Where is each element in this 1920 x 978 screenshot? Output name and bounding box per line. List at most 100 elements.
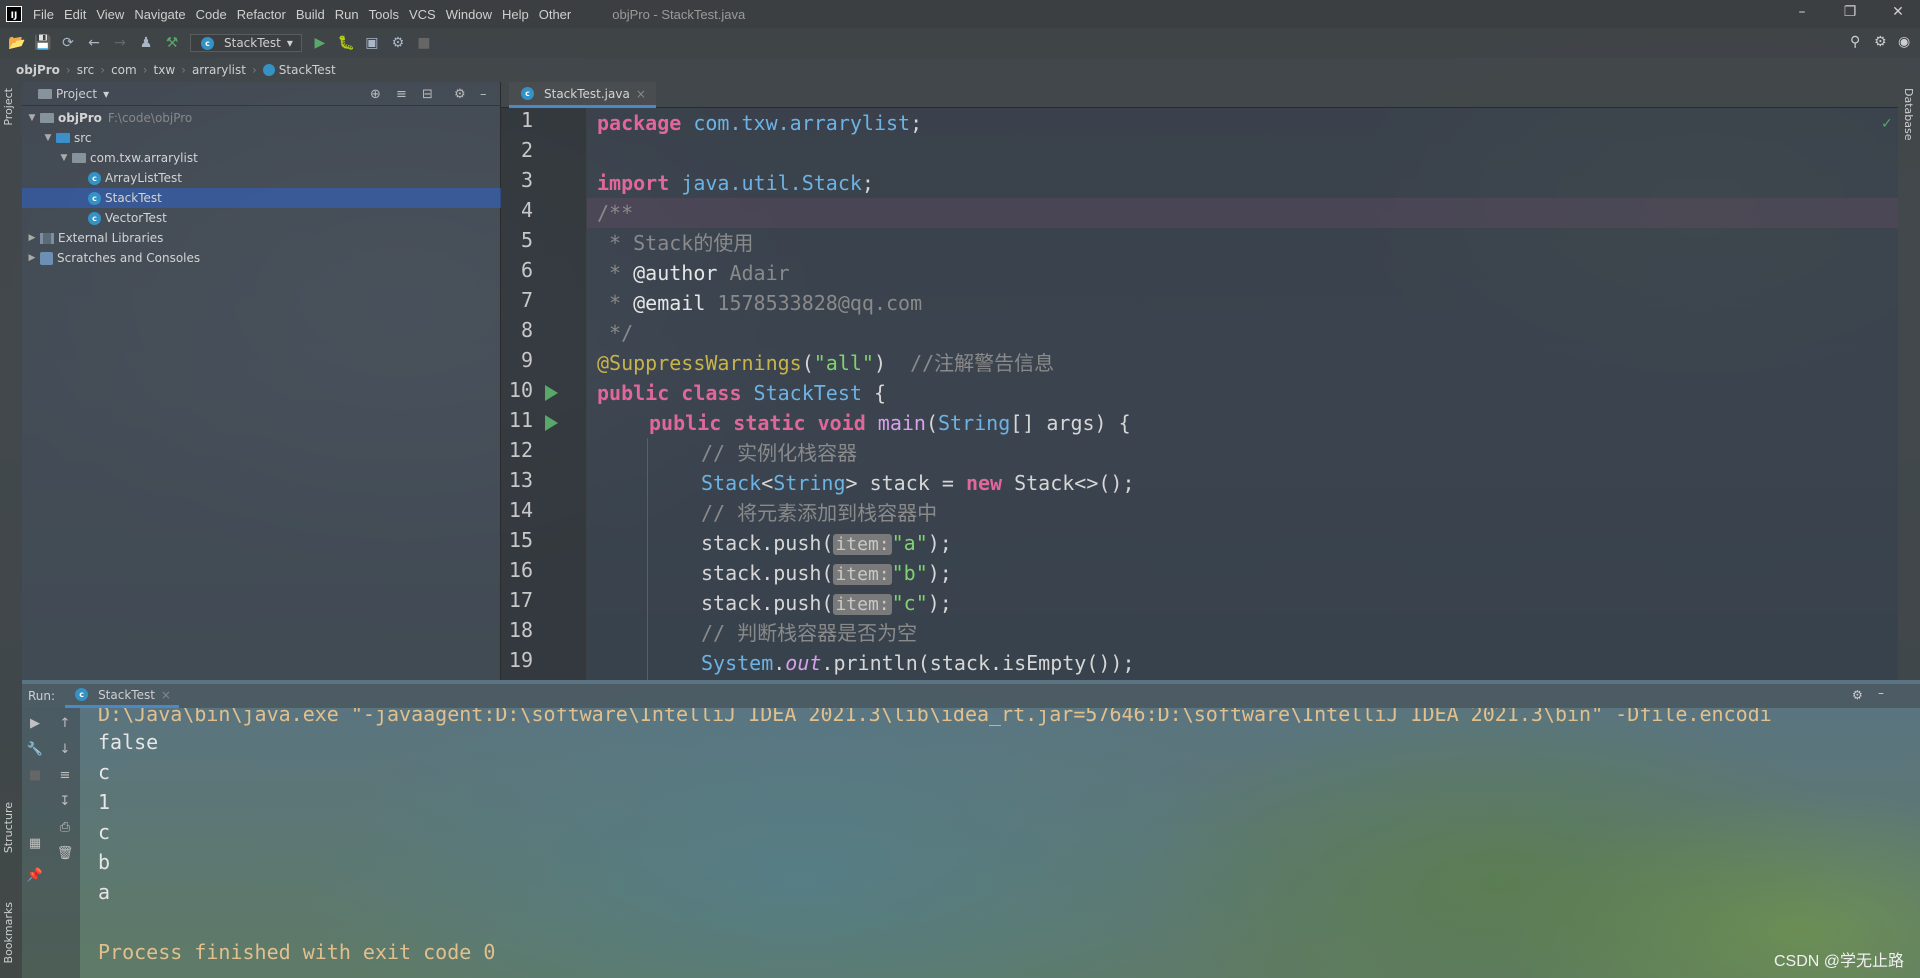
tab-run-stacktest[interactable]: c StackTest × bbox=[65, 684, 179, 708]
line-number: 11 bbox=[508, 408, 533, 432]
gear-icon[interactable]: ⚙ bbox=[454, 87, 466, 102]
console-output-line: b bbox=[98, 850, 111, 874]
menu-edit[interactable]: Edit bbox=[59, 7, 91, 22]
collapse-all-icon[interactable]: ⊟ bbox=[422, 87, 433, 102]
down-arrow-icon[interactable]: ↓ bbox=[56, 742, 74, 757]
hide-panel-icon[interactable]: – bbox=[1878, 686, 1884, 700]
menu-refactor[interactable]: Refactor bbox=[232, 7, 291, 22]
layout-icon[interactable]: ▦ bbox=[26, 836, 44, 851]
menu-navigate[interactable]: Navigate bbox=[129, 7, 190, 22]
class-icon: c bbox=[201, 36, 214, 50]
rerun-icon[interactable]: ▶ bbox=[26, 716, 44, 731]
soft-wrap-icon[interactable]: ≡ bbox=[56, 768, 74, 783]
left-tool-strip: Project Structure Bookmarks bbox=[0, 82, 22, 978]
menu-code[interactable]: Code bbox=[191, 7, 232, 22]
menu-tools[interactable]: Tools bbox=[364, 7, 404, 22]
run-main-icon[interactable] bbox=[545, 415, 558, 431]
line-number: 8 bbox=[520, 318, 533, 342]
tree-item-vectortest[interactable]: c VectorTest bbox=[22, 208, 501, 228]
coverage-icon[interactable]: ▣ bbox=[364, 35, 380, 51]
build-hammer-icon[interactable]: ⚒ bbox=[164, 35, 180, 51]
tab-stacktest-java[interactable]: c StackTest.java × bbox=[509, 82, 656, 108]
close-tab-icon[interactable]: × bbox=[636, 87, 646, 101]
tree-item-root[interactable]: ▼ objPro F:\code\objPro bbox=[22, 108, 501, 128]
breadcrumb-stacktest[interactable]: StackTest bbox=[259, 63, 340, 77]
structure-tool-tab[interactable]: Structure bbox=[2, 802, 15, 853]
class-name: System bbox=[701, 651, 774, 675]
sync-icon[interactable]: ⟳ bbox=[60, 35, 76, 51]
code-line-5: * Stack的使用 bbox=[597, 231, 754, 255]
close-tab-icon[interactable]: × bbox=[161, 688, 171, 702]
breadcrumb-src[interactable]: src bbox=[73, 63, 99, 77]
run-configuration-select[interactable]: c StackTest ▾ bbox=[190, 34, 302, 52]
chevron-down-icon[interactable]: ▾ bbox=[103, 87, 109, 101]
scroll-to-end-icon[interactable]: ↧ bbox=[56, 794, 74, 809]
line-number: 3 bbox=[520, 168, 533, 192]
wrench-icon[interactable]: 🔧 bbox=[26, 742, 44, 757]
tree-item-src[interactable]: ▼ src bbox=[22, 128, 501, 148]
pin-icon[interactable]: 📌 bbox=[26, 868, 44, 883]
run-panel-label: Run: bbox=[28, 689, 56, 703]
line-number: 15 bbox=[508, 528, 533, 552]
tree-item-external-libraries[interactable]: ▶ External Libraries bbox=[22, 228, 501, 248]
tree-item-package[interactable]: ▼ com.txw.arrarylist bbox=[22, 148, 501, 168]
run-icon[interactable]: ▶ bbox=[312, 35, 328, 51]
indent-guide bbox=[647, 438, 648, 680]
profile-icon[interactable]: ⚙ bbox=[390, 35, 406, 51]
string-literal: "c" bbox=[891, 591, 928, 615]
project-panel-header: Project ▾ ⊕ ≡ ⊟ ⚙ – bbox=[22, 82, 500, 106]
search-icon[interactable]: ⚲ bbox=[1850, 34, 1860, 50]
console-output[interactable]: D:\Java\bin\java.exe "-javaagent:D:\soft… bbox=[80, 708, 1898, 978]
tree-item-scratches[interactable]: ▶ Scratches and Consoles bbox=[22, 248, 501, 268]
chevron-down-icon: ▼ bbox=[44, 133, 52, 143]
breadcrumb-com[interactable]: com bbox=[107, 63, 141, 77]
project-view-select[interactable]: Project bbox=[56, 87, 97, 101]
minimize-icon[interactable]: – bbox=[1792, 4, 1812, 22]
hide-panel-icon[interactable]: – bbox=[480, 87, 487, 102]
toolbox-icon[interactable]: ◉ bbox=[1898, 34, 1910, 50]
breadcrumb-txw[interactable]: txw bbox=[150, 63, 180, 77]
tree-item-stacktest[interactable]: c StackTest bbox=[22, 188, 501, 208]
print-icon[interactable]: ⎙ bbox=[56, 820, 74, 835]
forward-arrow-icon[interactable]: → bbox=[112, 35, 128, 51]
tree-item-label: src bbox=[74, 131, 92, 145]
menu-other[interactable]: Other bbox=[534, 7, 577, 22]
tree-item-label: VectorTest bbox=[105, 211, 167, 225]
run-tab-label: StackTest bbox=[98, 687, 155, 702]
locate-file-icon[interactable]: ⊕ bbox=[370, 87, 381, 102]
menu-build[interactable]: Build bbox=[291, 7, 330, 22]
database-tool-tab[interactable]: Database bbox=[1902, 88, 1915, 141]
breadcrumb-project[interactable]: objPro bbox=[12, 63, 64, 77]
close-icon[interactable]: ✕ bbox=[1888, 4, 1908, 22]
code-line-6: * @author Adair bbox=[597, 258, 790, 288]
restore-icon[interactable]: ❐ bbox=[1840, 4, 1860, 22]
menu-vcs[interactable]: VCS bbox=[404, 7, 441, 22]
back-arrow-icon[interactable]: ← bbox=[86, 35, 102, 51]
breadcrumb-arrarylist[interactable]: arrarylist bbox=[188, 63, 250, 77]
menu-file[interactable]: File bbox=[28, 7, 59, 22]
menu-run[interactable]: Run bbox=[330, 7, 364, 22]
user-icon[interactable]: ♟ bbox=[138, 35, 154, 51]
menu-view[interactable]: View bbox=[91, 7, 129, 22]
up-arrow-icon[interactable]: ↑ bbox=[56, 716, 74, 731]
tree-item-arraylisttest[interactable]: c ArrayListTest bbox=[22, 168, 501, 188]
code-editor[interactable]: 1 2 3 4 5 6 7 8 9 10 11 12 13 14 15 16 1… bbox=[501, 108, 1898, 680]
save-icon[interactable]: 💾 bbox=[34, 35, 51, 51]
code-line-18: // 判断栈容器是否为空 bbox=[701, 621, 918, 645]
expand-all-icon[interactable]: ≡ bbox=[396, 87, 407, 102]
debug-icon[interactable]: 🐛 bbox=[338, 35, 355, 51]
run-class-icon[interactable] bbox=[545, 385, 558, 401]
stop-icon[interactable]: ■ bbox=[416, 35, 432, 51]
menu-window[interactable]: Window bbox=[441, 7, 497, 22]
open-folder-icon[interactable]: 📂 bbox=[8, 35, 25, 51]
code-line-7: * @email 1578533828@qq.com bbox=[597, 288, 922, 318]
gear-icon[interactable]: ⚙ bbox=[1852, 688, 1863, 702]
code-text: Stack<>(); bbox=[1002, 471, 1135, 495]
bookmarks-tool-tab[interactable]: Bookmarks bbox=[2, 902, 15, 963]
stop-icon[interactable]: ■ bbox=[26, 768, 44, 783]
menu-help[interactable]: Help bbox=[497, 7, 534, 22]
trash-icon[interactable]: 🗑 bbox=[56, 846, 74, 861]
parameter-hint: item: bbox=[833, 564, 892, 585]
project-tool-tab[interactable]: Project bbox=[2, 88, 15, 126]
settings-gear-icon[interactable]: ⚙ bbox=[1874, 34, 1887, 50]
